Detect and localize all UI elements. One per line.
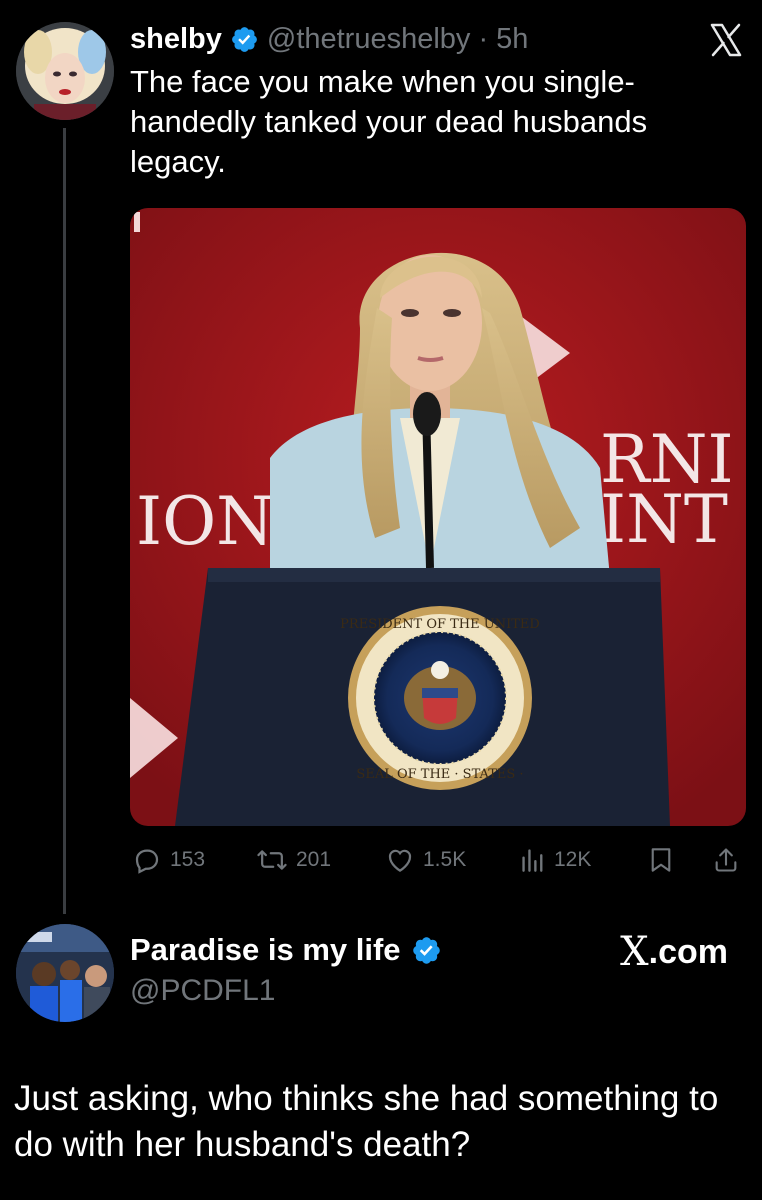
author-avatar[interactable] xyxy=(16,22,114,120)
tweet-text: The face you make when you single-handed… xyxy=(130,64,648,179)
seal-text-top: PRESIDENT OF THE UNITED xyxy=(340,617,540,632)
post2-author-row: Paradise is my life xyxy=(130,930,442,970)
like-icon xyxy=(388,849,412,872)
share-icon xyxy=(715,848,737,872)
post2-author-handle[interactable]: @PCDFL1 xyxy=(130,974,276,1008)
thread-line xyxy=(63,128,66,914)
share-button[interactable] xyxy=(712,842,740,878)
x-logo-icon: X xyxy=(620,929,649,975)
x-logo-icon[interactable] xyxy=(706,20,746,60)
post2-author-name[interactable]: Paradise is my life xyxy=(130,932,401,968)
xcom-brand: X .com xyxy=(620,929,728,975)
author-handle[interactable]: @thetrueshelby xyxy=(267,23,471,56)
repost-button[interactable]: 201 xyxy=(256,842,331,878)
separator-dot: · xyxy=(478,22,489,55)
backdrop-text-left: ION xyxy=(136,483,274,560)
xcom-suffix: .com xyxy=(648,932,728,971)
backdrop-text-right-2: INT xyxy=(600,481,728,558)
bookmark-button[interactable] xyxy=(648,842,674,878)
views-button[interactable]: 12K xyxy=(520,842,591,878)
tweet-actions: 153 201 1.5K 12K xyxy=(0,842,762,878)
timestamp[interactable]: 5h xyxy=(496,23,528,56)
tweet-media[interactable]: ION RNI INT PRESIDENT OF THE UNITED SEAL… xyxy=(130,208,746,826)
reply-button[interactable]: 153 xyxy=(132,842,205,878)
like-button[interactable]: 1.5K xyxy=(385,842,466,878)
post2-avatar[interactable] xyxy=(16,924,114,1022)
reply-icon xyxy=(135,849,159,874)
post2-avatar-image xyxy=(16,924,114,1022)
avatar-image xyxy=(16,22,114,120)
like-count: 1.5K xyxy=(423,848,467,871)
repost-icon xyxy=(257,850,287,870)
post2-text: Just asking, who thinks she had somethin… xyxy=(14,1079,719,1164)
tweet-header: shelby @thetrueshelby · 5h xyxy=(130,20,528,58)
media-photo: ION RNI INT PRESIDENT OF THE UNITED SEAL… xyxy=(130,208,746,826)
bookmark-icon xyxy=(651,848,671,872)
author-name[interactable]: shelby xyxy=(130,23,222,56)
repost-count: 201 xyxy=(296,848,332,871)
verified-badge-icon xyxy=(231,26,257,52)
views-count: 12K xyxy=(554,848,592,871)
seal-text-bottom: SEAL OF THE · STATES · xyxy=(356,767,523,782)
reply-count: 153 xyxy=(170,848,206,871)
views-icon xyxy=(522,849,543,872)
verified-badge-icon xyxy=(412,936,440,964)
